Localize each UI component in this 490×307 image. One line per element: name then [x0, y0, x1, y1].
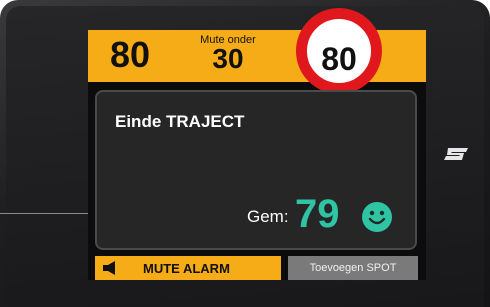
- bottom-bar: MUTE ALARM Toevoegen SPOT: [88, 256, 426, 280]
- mute-under-indicator: Mute onder 30: [188, 35, 268, 74]
- average-speed: 79: [295, 192, 340, 236]
- device-screen: 80 Mute onder 30 80 Einde TRAJECT Gem: 7…: [88, 8, 426, 280]
- add-spot-label: Toevoegen SPOT: [309, 262, 397, 274]
- panel-title: Einde TRAJECT: [115, 112, 245, 131]
- brand-logo-icon: [444, 148, 468, 160]
- speed-limit-value: 80: [321, 41, 357, 77]
- trajectory-panel: Einde TRAJECT Gem: 79: [95, 90, 417, 250]
- mute-under-value: 30: [212, 43, 244, 74]
- smiley-face-icon: [362, 202, 392, 232]
- current-speed: 80: [110, 34, 151, 75]
- speed-limit-sign: 80: [296, 8, 382, 94]
- add-spot-button[interactable]: Toevoegen SPOT: [288, 256, 418, 280]
- top-bar: 80 Mute onder 30 80: [88, 8, 426, 94]
- mute-alarm-button[interactable]: MUTE ALARM: [95, 256, 281, 280]
- average-label: Gem:: [247, 207, 289, 226]
- speaker-icon: [103, 261, 115, 275]
- mute-alarm-label: MUTE ALARM: [143, 261, 230, 276]
